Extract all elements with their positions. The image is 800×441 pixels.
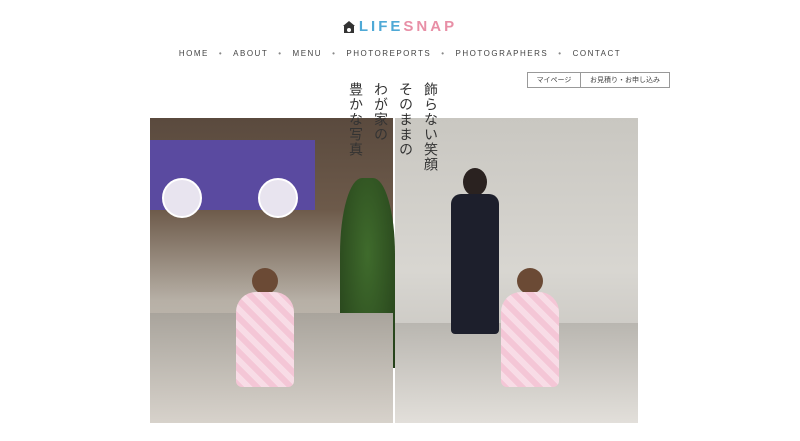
nav-about[interactable]: ABOUT <box>233 49 268 58</box>
nav-contact[interactable]: CONTACT <box>573 49 622 58</box>
crest-icon <box>258 178 298 218</box>
camera-house-icon <box>342 20 355 33</box>
hero-tagline-col-3: わが家の <box>372 82 388 142</box>
nav-photographers[interactable]: PHOTOGRAPHERS <box>456 49 549 58</box>
logo-text: LIFESNAP <box>358 18 458 35</box>
shrine-photo <box>150 118 395 423</box>
nav-separator: • <box>218 49 224 58</box>
hero-tagline-col-1: 飾らない笑顔 <box>422 82 438 172</box>
nav-separator: • <box>278 49 283 58</box>
main-nav: HOME • ABOUT • MENU • PHOTOREPORTS • PHO… <box>0 49 800 58</box>
hero-image <box>150 118 638 423</box>
hero-tagline-col-4: 豊かな写真 <box>347 82 363 157</box>
crest-icon <box>162 178 202 218</box>
nav-separator: • <box>441 49 446 58</box>
girl-in-kimono <box>230 268 300 398</box>
nav-photoreports[interactable]: PHOTOREPORTS <box>346 49 431 58</box>
site-logo[interactable]: LIFESNAP <box>0 18 800 38</box>
header-buttons: マイページ お見積り・お申し込み <box>527 72 670 88</box>
estimate-button[interactable]: お見積り・お申し込み <box>581 72 670 88</box>
daughter-in-kimono <box>495 268 565 388</box>
nav-home[interactable]: HOME <box>179 49 209 58</box>
nav-separator: • <box>332 49 337 58</box>
mypage-button[interactable]: マイページ <box>527 72 581 88</box>
nav-menu[interactable]: MENU <box>293 49 323 58</box>
shrine-curtain <box>150 140 315 218</box>
nav-separator: • <box>558 49 563 58</box>
hero-tagline-col-2: そのままの <box>397 82 413 157</box>
